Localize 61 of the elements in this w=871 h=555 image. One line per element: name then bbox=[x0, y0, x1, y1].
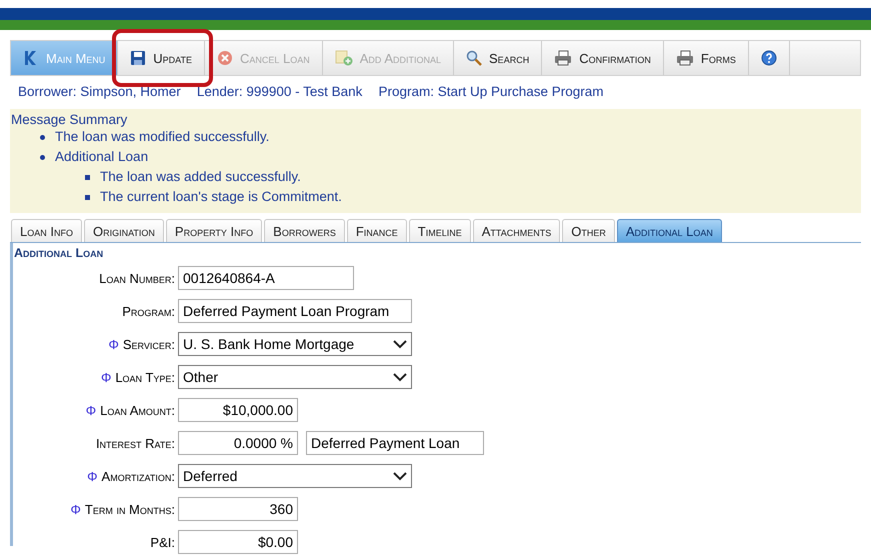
bullet-icon bbox=[40, 134, 45, 140]
field-label: P&I: bbox=[150, 534, 175, 550]
required-marker: Φ bbox=[108, 336, 119, 352]
message-item: The loan was modified successfully. bbox=[55, 128, 270, 146]
chevron-icon bbox=[393, 340, 407, 348]
input-field[interactable]: $0.00 bbox=[178, 530, 298, 554]
field-label: Loan Number: bbox=[99, 270, 175, 286]
bullet-icon bbox=[85, 174, 90, 180]
tab[interactable]: Property Info bbox=[166, 219, 262, 242]
required-marker: Φ bbox=[70, 502, 81, 516]
field-label: Loan Type: bbox=[115, 370, 175, 384]
message-item: The current loan's stage is Commitment. bbox=[100, 188, 342, 206]
field-label: Term in Months: bbox=[84, 502, 175, 516]
k-arrow-icon bbox=[23, 50, 39, 66]
input-field[interactable]: $10,000.00 bbox=[178, 398, 298, 422]
required-marker: Φ bbox=[100, 370, 112, 384]
dropdown[interactable]: Deferred bbox=[178, 464, 412, 488]
tab[interactable]: Timeline bbox=[408, 219, 471, 242]
message-title: Message Summary bbox=[10, 112, 128, 127]
dropdown[interactable]: U. S. Bank Home Mortgage bbox=[178, 332, 412, 356]
tab[interactable]: Loan Info bbox=[11, 219, 82, 242]
toolbar-button[interactable]: Forms bbox=[664, 41, 749, 75]
input-field[interactable]: Deferred Payment Loan Program bbox=[178, 299, 412, 323]
chevron-icon bbox=[393, 472, 407, 480]
info-text: Borrower: Simpson, Homer bbox=[18, 84, 181, 99]
required-marker: Φ bbox=[87, 468, 98, 484]
section-title: Additional Loan bbox=[13, 246, 104, 260]
cancel-icon bbox=[217, 50, 234, 66]
toolbar-button[interactable]: Search bbox=[454, 41, 542, 75]
input-field[interactable]: Deferred Payment Loan bbox=[306, 431, 484, 455]
tab[interactable]: Origination bbox=[84, 219, 164, 242]
toolbar-button[interactable]: Confirmation bbox=[542, 41, 664, 75]
message-item: The loan was added successfully. bbox=[100, 168, 301, 186]
tab[interactable]: Finance bbox=[346, 219, 407, 242]
field-label: Interest Rate: bbox=[96, 436, 175, 450]
input-field[interactable]: 0.0000 % bbox=[178, 431, 298, 455]
tab[interactable]: Other bbox=[562, 219, 615, 242]
message-item: Additional Loan bbox=[55, 148, 148, 166]
bullet-icon bbox=[40, 154, 45, 160]
help-icon bbox=[760, 50, 777, 66]
tab[interactable]: Additional Loan bbox=[616, 219, 722, 242]
save-icon bbox=[130, 50, 146, 66]
field-label: Amortization: bbox=[102, 468, 175, 484]
input-field[interactable]: 0012640864-A bbox=[178, 266, 354, 290]
field-label: Program: bbox=[122, 304, 175, 318]
info-text: Lender: 999900 - Test Bank bbox=[196, 84, 362, 99]
field-label: Loan Amount: bbox=[100, 402, 175, 418]
dropdown[interactable]: Other bbox=[178, 365, 412, 389]
note-add-icon bbox=[334, 50, 353, 66]
printer-icon bbox=[676, 50, 694, 66]
tab[interactable]: Attachments bbox=[472, 219, 560, 242]
search-icon bbox=[466, 50, 482, 66]
toolbar-button[interactable]: Update bbox=[118, 41, 206, 75]
info-text: Program: Start Up Purchase Program bbox=[378, 84, 604, 99]
printer-icon bbox=[554, 50, 572, 66]
field-label: Servicer: bbox=[122, 336, 175, 352]
input-field[interactable]: 360 bbox=[178, 497, 298, 521]
required-marker: Φ bbox=[86, 402, 96, 418]
chevron-icon bbox=[393, 372, 407, 382]
bullet-icon bbox=[85, 194, 90, 200]
tab[interactable]: Borrowers bbox=[264, 219, 345, 242]
